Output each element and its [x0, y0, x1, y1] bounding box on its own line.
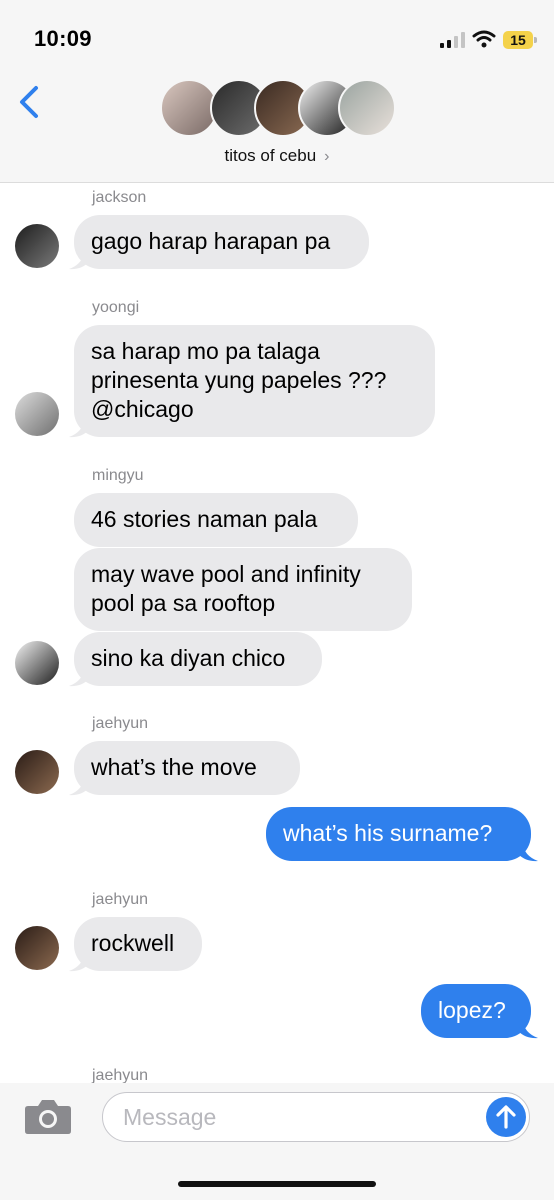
sender-name: jaehyun	[92, 715, 149, 732]
send-button[interactable]	[486, 1097, 526, 1137]
message-text: what’s the move	[91, 754, 257, 780]
message-text: sa harap mo pa talaga	[91, 338, 320, 364]
message-bubble[interactable]: sino ka diyan chico	[74, 632, 322, 686]
message-text: lopez?	[438, 997, 506, 1023]
bubble-tail	[518, 842, 538, 862]
message-bubble[interactable]: 46 stories naman pala	[74, 493, 358, 547]
message-text: what’s his surname?	[283, 820, 493, 846]
group-name[interactable]: titos of cebu ›	[0, 146, 554, 166]
message-bubble[interactable]: sa harap mo pa talaga prinesenta yung pa…	[74, 325, 435, 437]
battery-indicator: 15	[503, 31, 537, 49]
avatar-jaehyun[interactable]	[15, 926, 59, 970]
message-text: @chicago	[91, 396, 194, 422]
bubble-tail	[69, 667, 89, 687]
arrow-up-icon	[496, 1105, 516, 1129]
sender-name: yoongi	[92, 299, 140, 316]
avatar-mingyu[interactable]	[15, 641, 59, 685]
sender-name: jaehyun	[92, 891, 149, 908]
wifi-icon	[472, 30, 496, 48]
message-text: pool pa sa rooftop	[91, 590, 276, 616]
message-bubble-outgoing[interactable]: what’s his surname?	[266, 807, 531, 861]
home-indicator[interactable]	[178, 1181, 376, 1187]
bubble-tail	[69, 952, 89, 972]
camera-icon[interactable]	[24, 1097, 72, 1135]
message-bubble[interactable]: gago harap harapan pa	[74, 215, 369, 269]
message-text: prinesenta yung papeles ???	[91, 367, 387, 393]
message-bubble[interactable]: rockwell	[74, 917, 202, 971]
message-text: 46 stories naman pala	[91, 506, 318, 532]
sender-name: jackson	[92, 189, 147, 206]
bubble-tail	[69, 250, 89, 270]
message-text: rockwell	[91, 930, 175, 956]
message-text: sino ka diyan chico	[91, 645, 286, 671]
message-bubble[interactable]: may wave pool and infinity pool pa sa ro…	[74, 548, 412, 631]
group-avatars[interactable]	[160, 79, 400, 139]
sender-name: mingyu	[92, 467, 144, 484]
bubble-tail	[69, 418, 89, 438]
message-placeholder: Message	[123, 1104, 217, 1130]
avatar-yoongi[interactable]	[15, 392, 59, 436]
avatar-jaehyun[interactable]	[15, 750, 59, 794]
bubble-tail	[69, 776, 89, 796]
back-chevron-icon[interactable]	[14, 82, 44, 122]
avatar-jackson[interactable]	[15, 224, 59, 268]
message-text: may wave pool and infinity	[91, 561, 361, 587]
message-bubble[interactable]: what’s the move	[74, 741, 300, 795]
status-time: 10:09	[34, 26, 92, 51]
chevron-right-icon: ›	[324, 148, 330, 165]
message-input[interactable]: Message	[102, 1092, 530, 1142]
message-bubble-outgoing[interactable]: lopez?	[421, 984, 531, 1038]
bubble-tail	[518, 1019, 538, 1039]
group-avatar	[338, 79, 396, 137]
group-name-label: titos of cebu	[224, 146, 317, 165]
message-text: gago harap harapan pa	[91, 228, 331, 254]
cellular-signal-icon	[440, 32, 465, 48]
